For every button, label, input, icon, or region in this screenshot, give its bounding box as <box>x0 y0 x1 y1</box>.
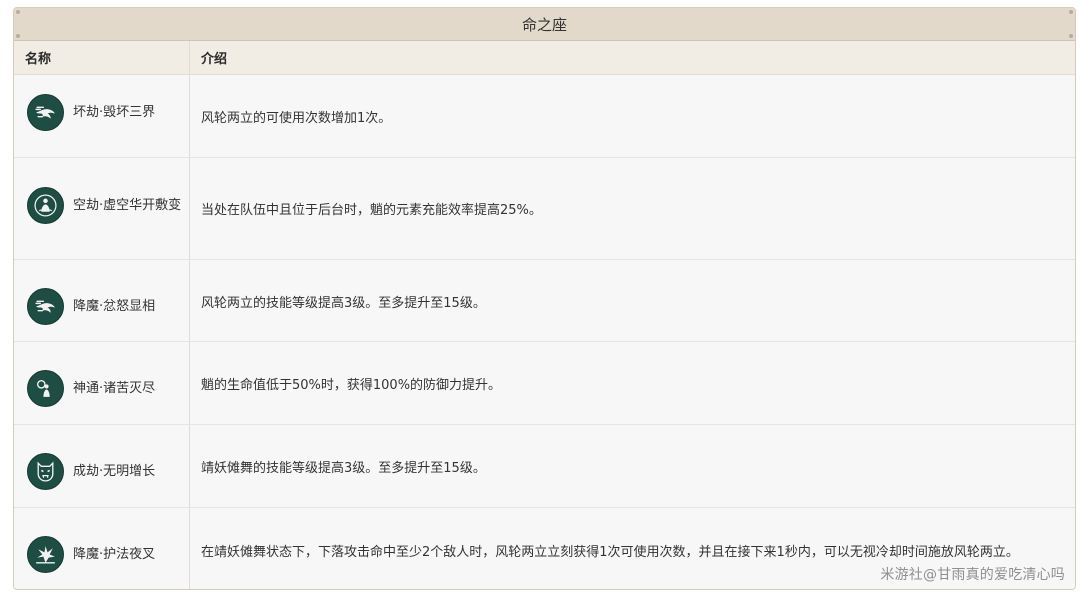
name-cell: 空劫·虚空华开敷变 <box>14 158 190 259</box>
constellation-name: 降魔·忿怒显相 <box>73 299 156 314</box>
name-cell: 降魔·护法夜叉 <box>14 508 190 589</box>
corner-dot <box>16 10 20 14</box>
name-wrap: 空劫·虚空华开敷变 <box>27 187 183 224</box>
table-title-bar: 命之座 <box>14 8 1075 41</box>
constellation-name: 成劫·无明增长 <box>73 464 156 479</box>
name-wrap: 坏劫·毁坏三界 <box>27 94 183 131</box>
header-desc: 介绍 <box>201 52 228 67</box>
wind-dash-icon <box>27 94 64 131</box>
figure-swirl-icon <box>27 370 64 407</box>
wind-dash-icon <box>27 288 64 325</box>
table-row: 神通·诸苦灭尽 魈的生命值低于50%时，获得100%的防御力提升。 <box>14 342 1075 425</box>
name-cell: 神通·诸苦灭尽 <box>14 342 190 424</box>
table-row: 坏劫·毁坏三界 风轮两立的可使用次数增加1次。 <box>14 75 1075 158</box>
constellation-desc: 靖妖傩舞的技能等级提高3级。至多提升至15级。 <box>201 461 486 476</box>
watermark: 米游社@甘雨真的爱吃清心吗 <box>880 567 1065 583</box>
constellation-name: 神通·诸苦灭尽 <box>73 381 156 396</box>
table-header: 名称 介绍 <box>14 41 1075 75</box>
table-row: 空劫·虚空华开敷变 当处在队伍中且位于后台时，魈的元素充能效率提高25%。 <box>14 158 1075 260</box>
constellation-desc: 魈的生命值低于50%时，获得100%的防御力提升。 <box>201 378 502 393</box>
constellation-desc: 当处在队伍中且位于后台时，魈的元素充能效率提高25%。 <box>201 203 542 218</box>
name-cell: 降魔·忿怒显相 <box>14 260 190 341</box>
table-title: 命之座 <box>521 15 567 34</box>
name-cell: 坏劫·毁坏三界 <box>14 75 190 157</box>
meditating-figure-icon <box>27 187 64 224</box>
table-row: 降魔·忿怒显相 风轮两立的技能等级提高3级。至多提升至15级。 <box>14 260 1075 342</box>
constellation-table: 命之座 名称 介绍 坏劫·毁坏三界 风轮两立的可使用次数增加1次。 空劫·虚空华… <box>13 7 1076 590</box>
constellation-name: 空劫·虚空华开敷变 <box>73 198 182 213</box>
corner-dot <box>1069 10 1073 14</box>
table-row: 成劫·无明增长 靖妖傩舞的技能等级提高3级。至多提升至15级。 <box>14 425 1075 508</box>
constellation-desc: 风轮两立的可使用次数增加1次。 <box>201 110 392 126</box>
corner-dot <box>1069 34 1073 38</box>
name-wrap: 神通·诸苦灭尽 <box>27 370 183 407</box>
demon-mask-icon <box>27 453 64 490</box>
impact-burst-icon <box>27 536 64 573</box>
name-wrap: 降魔·护法夜叉 <box>27 536 183 573</box>
constellation-name: 降魔·护法夜叉 <box>73 547 156 562</box>
constellation-desc: 风轮两立的技能等级提高3级。至多提升至15级。 <box>201 296 486 311</box>
name-wrap: 降魔·忿怒显相 <box>27 288 183 325</box>
corner-dot <box>16 34 20 38</box>
constellation-name: 坏劫·毁坏三界 <box>73 105 156 120</box>
name-cell: 成劫·无明增长 <box>14 425 190 507</box>
header-name: 名称 <box>14 41 190 74</box>
name-wrap: 成劫·无明增长 <box>27 453 183 490</box>
